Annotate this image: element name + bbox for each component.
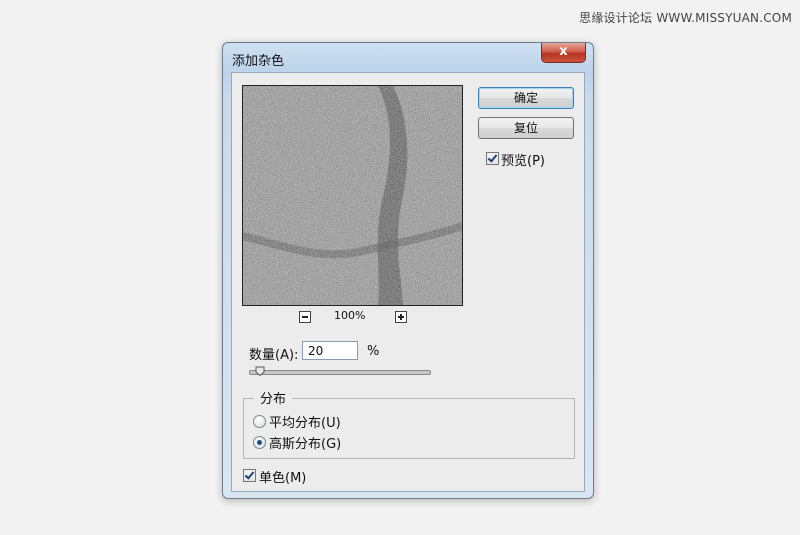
zoom-in-button[interactable] [395,311,407,323]
monochromatic-label[interactable]: 单色(M) [259,467,306,486]
preview-checkbox[interactable] [486,152,499,165]
amount-input[interactable] [302,341,358,360]
uniform-radio[interactable] [253,415,266,428]
noise-preview-image [243,86,462,305]
zoom-out-button[interactable] [299,311,311,323]
distribution-legend: 分布 [254,388,293,407]
zoom-level: 100% [334,309,366,322]
amount-slider-thumb[interactable] [255,366,265,376]
add-noise-dialog: 添加杂色 x 100% 确定 复位 预览(P) 数量(A): 20 % 分布 平… [222,42,594,499]
uniform-label[interactable]: 平均分布(U) [269,412,341,431]
reset-button[interactable]: 复位 [478,117,574,139]
ok-button[interactable]: 确定 [478,87,574,109]
monochromatic-checkbox[interactable] [243,469,256,482]
preview-label[interactable]: 预览(P) [501,150,545,169]
dialog-titlebar[interactable]: 添加杂色 x [223,43,593,71]
amount-slider-track[interactable] [249,370,431,375]
gaussian-label[interactable]: 高斯分布(G) [269,433,341,452]
amount-unit: % [367,344,380,359]
close-button[interactable]: x [541,43,586,63]
dialog-client-area: 100% 确定 复位 预览(P) 数量(A): % 分布 平均分布(U) 高斯分… [231,72,585,492]
amount-label: 数量(A): [249,348,299,363]
close-icon: x [559,44,568,59]
dialog-title: 添加杂色 [232,54,285,69]
gaussian-radio[interactable] [253,436,266,449]
site-watermark: 思缘设计论坛 WWW.MISSYUAN.COM [579,11,792,25]
filter-preview[interactable] [242,85,463,306]
